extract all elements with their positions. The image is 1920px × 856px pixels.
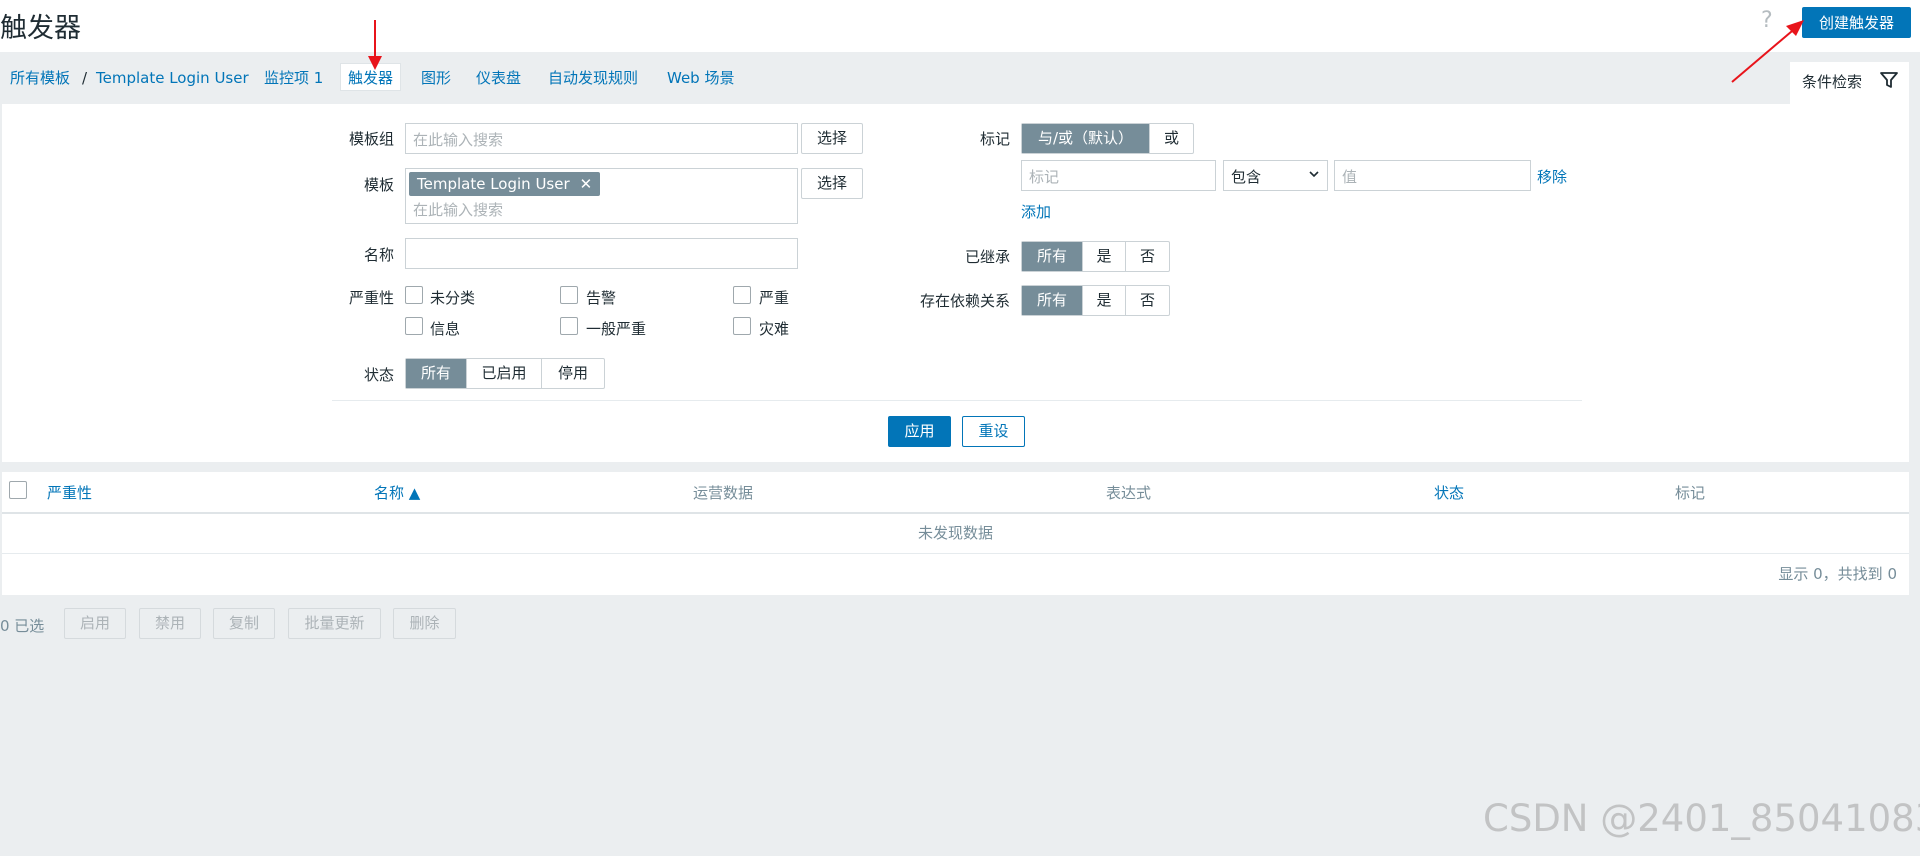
breadcrumb-template[interactable]: Template Login User [96, 64, 249, 92]
severity-label-not-classified: 未分类 [430, 289, 476, 307]
dependency-segmented-control: 所有 是 否 [1021, 285, 1170, 316]
inherited-option-yes[interactable]: 是 [1082, 242, 1125, 271]
tags-mode-or[interactable]: 或 [1149, 124, 1193, 153]
tab-graphs[interactable]: 图形 [421, 64, 451, 92]
tags-label: 标记 [979, 130, 1010, 148]
status-option-all[interactable]: 所有 [406, 359, 466, 388]
tag-name-input[interactable]: 标记 [1021, 160, 1216, 191]
severity-checkbox-average[interactable] [560, 317, 578, 335]
breadcrumb-all-templates[interactable]: 所有模板 [10, 64, 70, 92]
dependency-label: 存在依赖关系 [919, 292, 1010, 310]
breadcrumb-separator: / [82, 69, 88, 87]
dependency-option-all[interactable]: 所有 [1022, 286, 1082, 315]
status-option-disabled[interactable]: 停用 [541, 359, 604, 388]
table-summary: 显示 0，共找到 0 [1778, 565, 1897, 583]
severity-label-information: 信息 [430, 320, 461, 338]
chip-remove-icon[interactable]: ✕ [580, 175, 593, 193]
severity-label-disaster: 灾难 [759, 320, 790, 338]
table-header-divider [2, 512, 1909, 514]
template-group-input[interactable]: 在此输入搜索 [405, 123, 798, 154]
template-group-placeholder: 在此输入搜索 [413, 131, 504, 149]
severity-label-warning: 告警 [586, 289, 617, 307]
severity-checkbox-not-classified[interactable] [405, 286, 423, 304]
dependency-option-no[interactable]: 否 [1125, 286, 1169, 315]
column-header-operational-data: 运营数据 [693, 484, 754, 502]
template-label: 模板 [363, 176, 394, 194]
triggers-table: 严重性 名称 ▲ 运营数据 表达式 状态 标记 未发现数据 显示 0，共找到 0 [2, 472, 1909, 595]
select-all-checkbox[interactable] [9, 481, 27, 499]
watermark: CSDN @2401_85041083 [1483, 797, 1920, 840]
inherited-option-all[interactable]: 所有 [1022, 242, 1082, 271]
name-input[interactable] [405, 238, 798, 269]
severity-checkbox-disaster[interactable] [733, 317, 751, 335]
filter-icon [1880, 72, 1898, 88]
filter-divider [332, 400, 1582, 401]
tags-mode-and-or[interactable]: 与/或（默认） [1022, 124, 1149, 153]
tag-operator-select[interactable]: 包含 [1223, 160, 1328, 191]
empty-message: 未发现数据 [917, 524, 993, 542]
inherited-label: 已继承 [964, 248, 1010, 266]
tab-items[interactable]: 监控项 1 [264, 64, 323, 92]
page-header: 触发器 ? 创建触发器 [0, 0, 1920, 52]
template-group-select-button[interactable]: 选择 [801, 123, 863, 154]
status-option-enabled[interactable]: 已启用 [466, 359, 541, 388]
tag-operator-value: 包含 [1231, 168, 1262, 186]
inherited-option-no[interactable]: 否 [1125, 242, 1169, 271]
column-header-expression: 表达式 [1106, 484, 1152, 502]
chevron-down-icon [1309, 171, 1319, 178]
table-row-divider [2, 553, 1909, 554]
column-header-tags: 标记 [1675, 484, 1706, 502]
tag-value-placeholder: 值 [1342, 168, 1358, 186]
enable-button[interactable]: 启用 [64, 608, 126, 639]
template-multiselect[interactable]: Template Login User ✕ 在此输入搜索 [405, 168, 798, 224]
template-chip: Template Login User ✕ [409, 172, 601, 196]
tag-name-placeholder: 标记 [1029, 168, 1060, 186]
severity-label-high: 严重 [759, 289, 790, 307]
tab-discovery-rules[interactable]: 自动发现规则 [548, 64, 638, 92]
annotation-arrow-down [368, 20, 382, 70]
copy-button[interactable]: 复制 [213, 608, 275, 639]
tag-remove-link[interactable]: 移除 [1537, 166, 1567, 187]
severity-label-average: 一般严重 [586, 320, 647, 338]
column-header-status[interactable]: 状态 [1434, 482, 1464, 503]
severity-checkbox-warning[interactable] [560, 286, 578, 304]
delete-button[interactable]: 删除 [393, 608, 456, 639]
page-title: 触发器 [0, 13, 81, 44]
tag-value-input[interactable]: 值 [1334, 160, 1531, 191]
dependency-option-yes[interactable]: 是 [1082, 286, 1125, 315]
disable-button[interactable]: 禁用 [139, 608, 201, 639]
severity-checkbox-high[interactable] [733, 286, 751, 304]
tab-dashboards[interactable]: 仪表盘 [476, 64, 521, 92]
name-label: 名称 [363, 246, 394, 264]
severity-checkbox-information[interactable] [405, 317, 423, 335]
tag-add-link[interactable]: 添加 [1021, 201, 1051, 222]
inherited-segmented-control: 所有 是 否 [1021, 241, 1170, 272]
reset-button[interactable]: 重设 [962, 416, 1025, 447]
create-trigger-button[interactable]: 创建触发器 [1802, 7, 1911, 38]
mass-update-button[interactable]: 批量更新 [288, 608, 381, 639]
status-segmented-control: 所有 已启用 停用 [405, 358, 605, 389]
status-label: 状态 [363, 366, 394, 384]
filter-panel: 模板组 在此输入搜索 选择 模板 Template Login User ✕ 在此… [2, 104, 1909, 462]
template-group-label: 模板组 [348, 130, 394, 148]
filter-tab-label: 条件检索 [1802, 73, 1863, 91]
selected-count: 0 已选 [0, 617, 45, 635]
tab-web-scenarios[interactable]: Web 场景 [667, 64, 734, 92]
column-header-severity[interactable]: 严重性 [47, 482, 92, 503]
column-header-name[interactable]: 名称 ▲ [374, 482, 420, 503]
annotation-arrow-up-right [1731, 20, 1804, 83]
tags-mode-segmented-control: 与/或（默认） 或 [1021, 123, 1194, 154]
apply-button[interactable]: 应用 [888, 416, 951, 447]
template-placeholder: 在此输入搜索 [413, 201, 504, 219]
template-select-button[interactable]: 选择 [801, 168, 863, 199]
severity-label: 严重性 [348, 289, 394, 307]
template-chip-label: Template Login User [417, 175, 570, 193]
